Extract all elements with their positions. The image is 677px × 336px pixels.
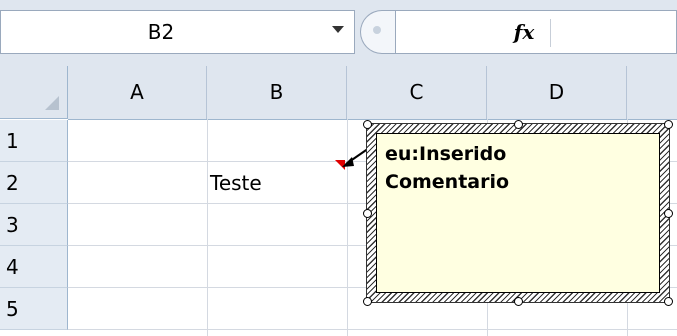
row-header-3[interactable]: 3 — [0, 204, 68, 246]
resize-handle-left[interactable] — [363, 209, 372, 218]
name-box-value[interactable]: B2 — [1, 11, 321, 53]
formula-cancel-button[interactable] — [355, 10, 400, 54]
column-header-row: A B C D — [68, 66, 677, 120]
resize-handle-top-right[interactable] — [664, 120, 673, 129]
select-all-triangle-icon[interactable] — [45, 96, 59, 110]
row-header-1[interactable]: 1 — [0, 120, 68, 162]
row-header-2[interactable]: 2 — [0, 162, 68, 204]
formula-separator — [550, 19, 551, 47]
comment-box[interactable]: eu:Inserido Comentario — [363, 120, 673, 306]
comment-body[interactable]: eu:Inserido Comentario — [376, 133, 660, 293]
grid-line — [68, 329, 677, 330]
column-header-b[interactable]: B — [207, 66, 347, 119]
resize-handle-right[interactable] — [664, 209, 673, 218]
resize-handle-bottom-right[interactable] — [664, 297, 673, 306]
formula-input[interactable]: fx — [395, 10, 677, 54]
resize-handle-bottom-left[interactable] — [363, 297, 372, 306]
resize-handle-top-left[interactable] — [363, 120, 372, 129]
formula-bar: B2 fx — [0, 0, 677, 67]
column-header-e[interactable] — [627, 66, 677, 119]
cell-b2[interactable]: Teste — [210, 162, 340, 204]
cancel-icon[interactable] — [373, 26, 381, 34]
name-box[interactable]: B2 — [0, 10, 355, 54]
resize-handle-top[interactable] — [514, 120, 523, 129]
chevron-down-icon[interactable] — [332, 26, 344, 33]
column-header-c[interactable]: C — [347, 66, 487, 119]
column-header-d[interactable]: D — [487, 66, 627, 119]
column-header-a[interactable]: A — [68, 66, 207, 119]
fx-icon[interactable]: fx — [504, 11, 544, 53]
grid-line — [207, 119, 208, 336]
resize-handle-bottom[interactable] — [514, 297, 523, 306]
row-header-5[interactable]: 5 — [0, 288, 68, 330]
comment-text[interactable]: eu:Inserido Comentario — [385, 140, 655, 196]
select-all-button[interactable] — [0, 66, 68, 119]
row-header-4[interactable]: 4 — [0, 246, 68, 288]
